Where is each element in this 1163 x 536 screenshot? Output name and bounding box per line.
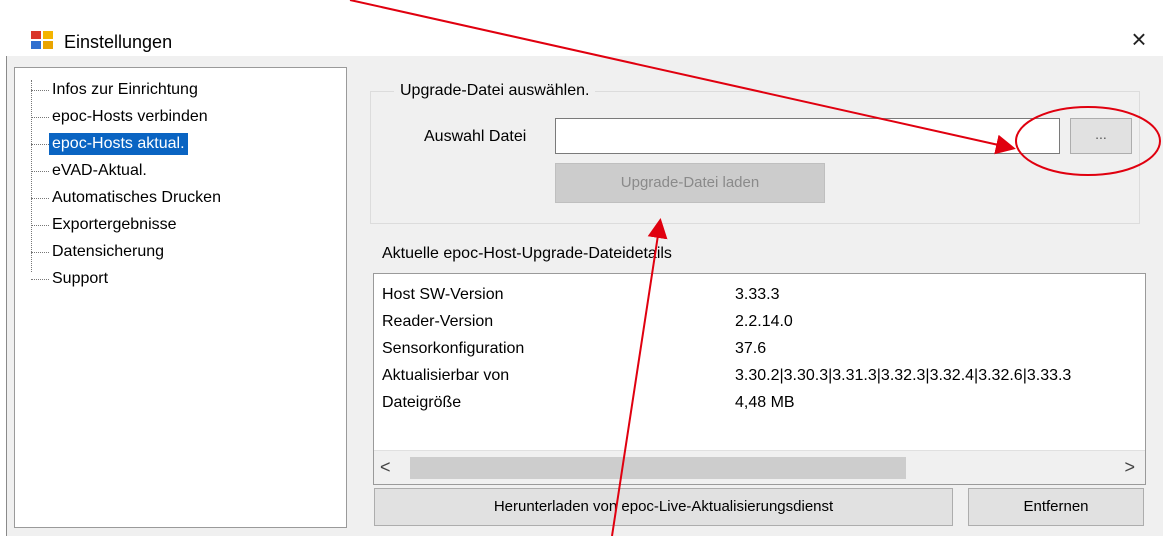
app-icon (31, 31, 53, 49)
tree-item-hosts-verbinden[interactable]: epoc-Hosts verbinden (15, 105, 211, 129)
details-value: 37.6 (735, 340, 767, 357)
tree-item-export[interactable]: Exportergebnisse (15, 213, 180, 237)
download-live-update-button[interactable]: Herunterladen von epoc-Live-Aktualisieru… (374, 488, 953, 526)
file-path-input[interactable] (555, 118, 1060, 154)
details-value: 2.2.14.0 (735, 313, 793, 330)
tree-item-infos[interactable]: Infos zur Einrichtung (15, 78, 201, 102)
details-list[interactable]: Host SW-Version 3.33.3 Reader-Version 2.… (373, 273, 1146, 485)
tree-item-label-selected: epoc-Hosts aktual. (49, 133, 188, 155)
scrollbar-thumb[interactable] (410, 457, 906, 479)
tree-item-label: Datensicherung (52, 243, 165, 260)
horizontal-scrollbar[interactable]: < > (374, 450, 1145, 484)
scroll-left-icon[interactable]: < (380, 457, 391, 478)
file-label: Auswahl Datei (424, 128, 527, 145)
tree-item-label: eVAD-Aktual. (52, 162, 147, 179)
tree-item-label: Exportergebnisse (52, 216, 177, 233)
upgrade-group-box (370, 91, 1140, 224)
browse-button[interactable]: ... (1070, 118, 1132, 154)
upgrade-group-title: Upgrade-Datei auswählen. (394, 82, 596, 100)
tree-item-datensicherung[interactable]: Datensicherung (15, 240, 167, 264)
details-key: Sensorkonfiguration (382, 340, 525, 357)
tree-item-label: Infos zur Einrichtung (52, 81, 198, 98)
details-value: 3.33.3 (735, 286, 780, 303)
window-title: Einstellungen (64, 32, 173, 52)
close-icon[interactable]: × (1119, 21, 1159, 57)
tree-item-evad[interactable]: eVAD-Aktual. (15, 159, 150, 183)
tree-item-label: Automatisches Drucken (52, 189, 221, 206)
tree-item-label: epoc-Hosts verbinden (52, 108, 208, 125)
details-title: Aktuelle epoc-Host-Upgrade-Dateidetails (382, 245, 672, 262)
tree-item-label: Support (52, 270, 109, 287)
details-key: Aktualisierbar von (382, 367, 510, 384)
details-key: Dateigröße (382, 394, 462, 411)
settings-tree: Infos zur Einrichtung epoc-Hosts verbind… (14, 67, 347, 528)
details-value: 4,48 MB (735, 394, 795, 411)
details-key: Host SW-Version (382, 286, 504, 303)
scroll-right-icon[interactable]: > (1124, 457, 1135, 478)
details-key: Reader-Version (382, 313, 494, 330)
load-upgrade-button[interactable]: Upgrade-Datei laden (555, 163, 825, 203)
tree-item-support[interactable]: Support (15, 267, 111, 291)
tree-item-hosts-aktual[interactable]: epoc-Hosts aktual. (15, 132, 188, 156)
details-value: 3.30.2|3.30.3|3.31.3|3.32.3|3.32.4|3.32.… (735, 367, 1072, 384)
title-bar (6, 8, 1163, 56)
tree-item-drucken[interactable]: Automatisches Drucken (15, 186, 224, 210)
remove-button[interactable]: Entfernen (968, 488, 1144, 526)
